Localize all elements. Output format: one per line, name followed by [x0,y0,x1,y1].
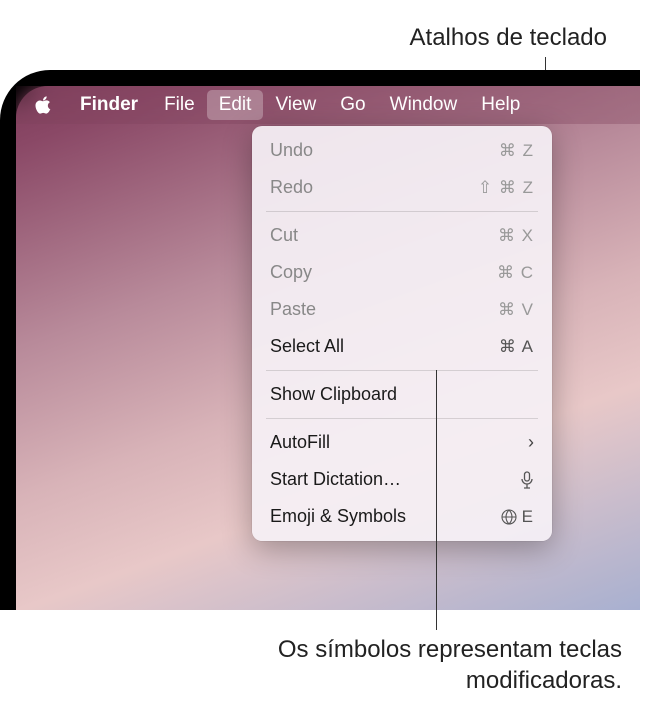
callout-line [436,370,437,630]
menu-cut: Cut ⌘ X [252,217,552,254]
menu-start-dictation[interactable]: Start Dictation… [252,461,552,498]
shortcut-text: ⌘ A [499,334,534,360]
desktop-screen: Finder File Edit View Go Window Help Und… [16,86,640,610]
menu-label: Select All [270,333,344,360]
callout-modifier-keys: Os símbolos representam teclas modificad… [120,634,622,696]
menu-label: Paste [270,296,316,323]
menu-show-clipboard[interactable]: Show Clipboard [252,376,552,413]
menu-emoji-symbols[interactable]: Emoji & Symbols E [252,498,552,535]
menu-autofill[interactable]: AutoFill › [252,424,552,461]
shortcut-text: ⌘ X [498,223,534,249]
shortcut-text: ⌘ Z [499,138,534,164]
menu-separator [266,418,538,419]
menu-view[interactable]: View [263,90,328,120]
chevron-right-icon: › [528,429,534,456]
shortcut-text: ⌘ C [497,260,534,286]
menu-label: Copy [270,259,312,286]
menu-separator [266,370,538,371]
menu-select-all[interactable]: Select All ⌘ A [252,328,552,365]
menu-window[interactable]: Window [378,90,470,120]
callout-keyboard-shortcuts: Atalhos de teclado [410,24,607,52]
menu-label: Show Clipboard [270,381,397,408]
edit-dropdown-menu: Undo ⌘ Z Redo ⇧ ⌘ Z Cut ⌘ X Copy ⌘ C Pas… [252,126,552,541]
menu-file[interactable]: File [152,90,207,120]
menu-label: Undo [270,137,313,164]
menu-label: Start Dictation… [270,466,401,493]
menu-undo: Undo ⌘ Z [252,132,552,169]
menu-label: Emoji & Symbols [270,503,406,530]
apple-logo-icon[interactable] [34,96,52,114]
shortcut-text: E [501,504,534,530]
shortcut-text: ⌘ V [498,297,534,323]
menubar-app-name[interactable]: Finder [70,90,148,120]
menu-label: AutoFill [270,429,330,456]
menu-edit[interactable]: Edit [207,90,264,120]
menu-label: Redo [270,174,313,201]
device-frame: Finder File Edit View Go Window Help Und… [0,70,640,610]
menu-help[interactable]: Help [469,90,532,120]
microphone-icon [520,471,534,489]
menubar: Finder File Edit View Go Window Help [16,86,640,124]
menu-separator [266,211,538,212]
menu-copy: Copy ⌘ C [252,254,552,291]
menu-paste: Paste ⌘ V [252,291,552,328]
shortcut-text: ⇧ ⌘ Z [478,175,534,201]
globe-icon [501,509,517,525]
menu-label: Cut [270,222,298,249]
menu-go[interactable]: Go [328,90,377,120]
menu-redo: Redo ⇧ ⌘ Z [252,169,552,206]
